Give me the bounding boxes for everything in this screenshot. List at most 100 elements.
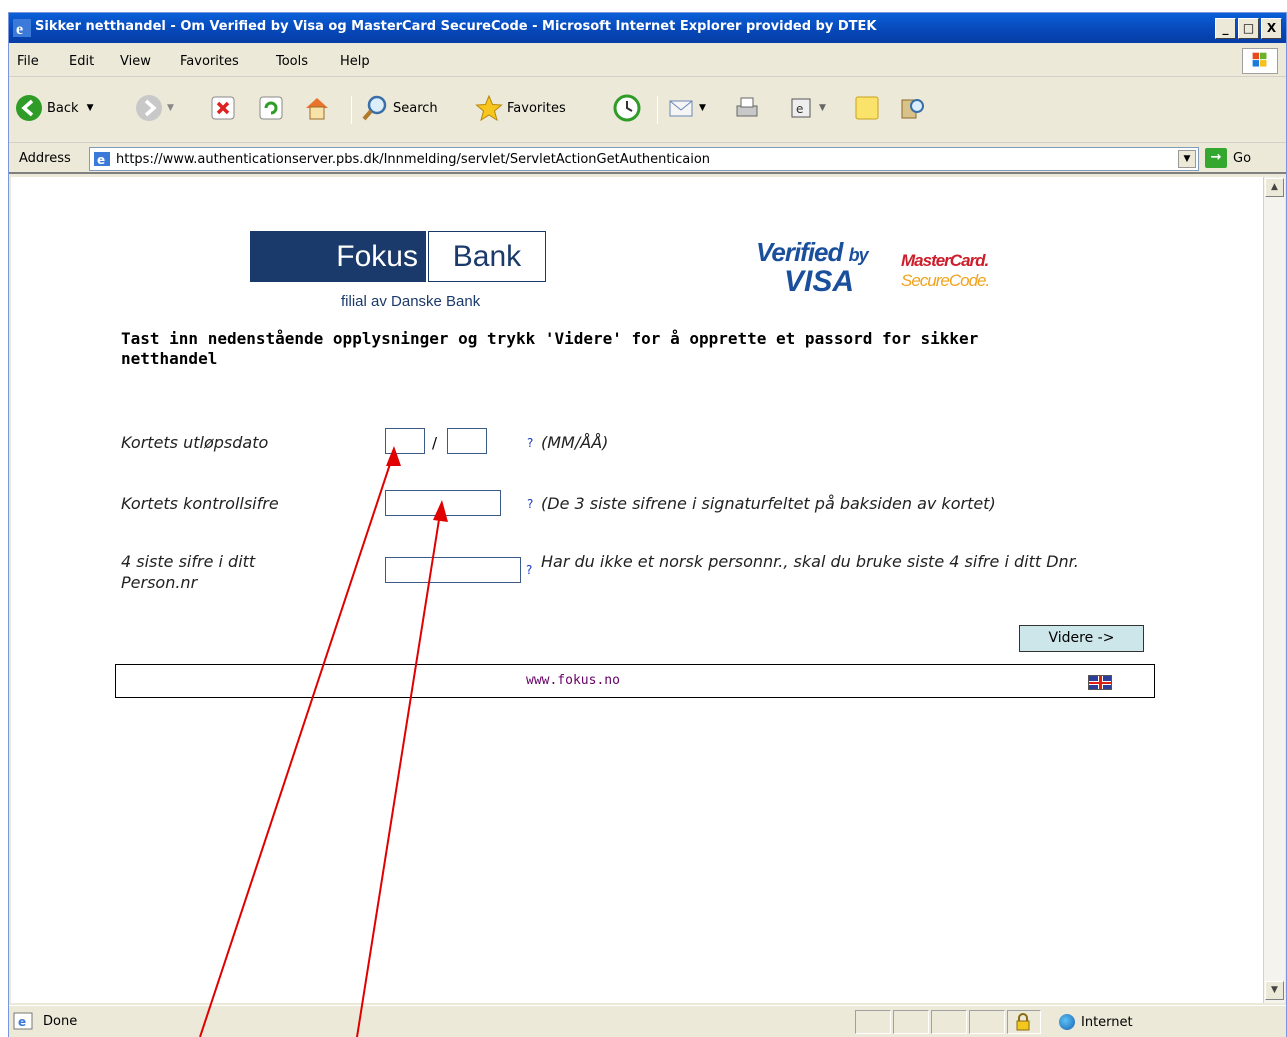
- back-button[interactable]: Back ▼: [15, 91, 93, 125]
- mail-dropdown-icon[interactable]: ▼: [699, 103, 706, 113]
- page-content: Fokus Bank filial av Danske Bank Verifie…: [11, 177, 1263, 1003]
- note-icon: [855, 96, 879, 120]
- go-arrow-icon: →: [1205, 148, 1227, 168]
- svg-text:e: e: [97, 153, 105, 167]
- personnr-help-link[interactable]: ?: [526, 563, 532, 577]
- history-button[interactable]: [613, 91, 645, 125]
- mastercard-securecode-logo: MasterCard. SecureCode.: [897, 245, 1007, 295]
- page-footer: www.fokus.no: [115, 664, 1155, 698]
- status-panel: [855, 1010, 891, 1034]
- cvc-label: Kortets kontrollsifre: [121, 494, 279, 513]
- visa-word-text: VISA: [784, 265, 855, 298]
- expiry-hint: (MM/ÅÅ): [541, 433, 609, 452]
- search-label: Search: [393, 100, 438, 116]
- history-icon: [613, 94, 641, 122]
- print-button[interactable]: [733, 91, 765, 125]
- expiry-slash: /: [432, 434, 438, 452]
- scroll-up-icon[interactable]: ▲: [1265, 178, 1284, 197]
- refresh-button[interactable]: [257, 91, 289, 125]
- menu-help[interactable]: Help: [340, 54, 370, 69]
- fokus-website-link[interactable]: www.fokus.no: [526, 673, 620, 688]
- address-url: https://www.authenticationserver.pbs.dk/…: [116, 152, 711, 167]
- status-panel: [969, 1010, 1005, 1034]
- securecode-text: SecureCode.: [901, 271, 990, 290]
- close-button[interactable]: X: [1261, 18, 1282, 39]
- personnr-input[interactable]: [385, 557, 521, 583]
- menu-bar: File Edit View Favorites Tools Help: [9, 44, 1286, 77]
- address-input[interactable]: e https://www.authenticationserver.pbs.d…: [89, 147, 1199, 171]
- page-done-icon: e: [13, 1012, 33, 1030]
- toolbar: Back ▼ ▼ Search Favorites ▼ e ▼: [9, 78, 1286, 143]
- forward-dropdown-icon[interactable]: ▼: [167, 103, 174, 113]
- address-bar: Address e https://www.authenticationserv…: [9, 144, 1286, 174]
- maximize-button[interactable]: □: [1238, 18, 1259, 39]
- lock-icon[interactable]: [1015, 1013, 1031, 1031]
- research-icon: [901, 99, 924, 119]
- title-bar: e Sikker netthandel - Om Verified by Vis…: [9, 13, 1286, 43]
- stop-icon: [211, 96, 235, 120]
- globe-icon: [1059, 1014, 1075, 1030]
- favorites-label: Favorites: [507, 100, 566, 116]
- stop-button[interactable]: [209, 91, 241, 125]
- address-dropdown-icon[interactable]: ▼: [1178, 150, 1196, 168]
- research-button[interactable]: [899, 91, 931, 125]
- scroll-down-icon[interactable]: ▼: [1265, 981, 1284, 1000]
- visa-by-text: by: [848, 245, 869, 265]
- favorites-button[interactable]: Favorites: [475, 91, 566, 125]
- personnr-hint: Har du ikke et norsk personnr., skal du …: [541, 552, 1079, 571]
- visa-verified-text: Verified: [756, 237, 843, 267]
- address-label: Address: [19, 151, 71, 166]
- logo-bank-text: Bank: [428, 231, 546, 282]
- printer-icon: [736, 97, 758, 117]
- status-text: Done: [43, 1014, 78, 1029]
- ie-icon: e: [13, 19, 31, 37]
- go-label: Go: [1233, 150, 1252, 166]
- menu-tools[interactable]: Tools: [276, 54, 308, 69]
- expiry-year-input[interactable]: [447, 428, 487, 454]
- search-button[interactable]: Search: [361, 91, 438, 125]
- windows-logo-icon: [1242, 48, 1278, 74]
- mail-button[interactable]: ▼: [667, 91, 706, 125]
- home-icon: [306, 98, 328, 120]
- window-title: Sikker netthandel - Om Verified by Visa …: [35, 19, 877, 34]
- security-zone: Internet: [1059, 1014, 1133, 1030]
- uk-flag-icon[interactable]: [1088, 675, 1112, 690]
- toolbar-separator: [351, 96, 352, 124]
- fokus-bank-logo: Fokus Bank: [250, 231, 546, 282]
- browser-window: e Sikker netthandel - Om Verified by Vis…: [8, 12, 1287, 1037]
- edit-page-icon: e: [791, 98, 811, 118]
- back-arrow-icon: [16, 95, 42, 121]
- cvc-help-link[interactable]: ?: [527, 497, 533, 511]
- menu-file[interactable]: File: [17, 54, 39, 69]
- back-dropdown-icon[interactable]: ▼: [87, 103, 94, 113]
- menu-edit[interactable]: Edit: [69, 54, 94, 69]
- svg-text:e: e: [796, 102, 803, 116]
- edit-button[interactable]: e ▼: [787, 91, 826, 125]
- cvc-input[interactable]: [385, 490, 501, 516]
- logo-fokus-text: Fokus: [250, 231, 426, 282]
- personnr-label: 4 siste sifre i ditt Person.nr: [121, 552, 256, 592]
- status-bar: e Done Internet: [9, 1005, 1286, 1037]
- home-button[interactable]: [303, 91, 335, 125]
- zone-label: Internet: [1081, 1014, 1133, 1030]
- edit-dropdown-icon[interactable]: ▼: [819, 103, 826, 113]
- forward-button[interactable]: ▼: [135, 91, 174, 125]
- instruction-text: Tast inn nedenstående opplysninger og tr…: [121, 329, 979, 368]
- discuss-button[interactable]: [853, 91, 885, 125]
- page-icon: e: [94, 152, 110, 167]
- svg-text:e: e: [16, 21, 23, 37]
- mastercard-text: MasterCard.: [901, 251, 989, 270]
- expiry-help-link[interactable]: ?: [527, 436, 533, 450]
- minimize-button[interactable]: _: [1215, 18, 1236, 39]
- menu-view[interactable]: View: [120, 54, 151, 69]
- expiry-month-input[interactable]: [385, 428, 425, 454]
- logo-subtitle: filial av Danske Bank: [341, 293, 481, 310]
- status-panel: [893, 1010, 929, 1034]
- go-button[interactable]: → Go: [1205, 148, 1251, 168]
- refresh-icon: [259, 96, 283, 120]
- videre-button[interactable]: Videre ->: [1019, 625, 1144, 652]
- status-panel: [931, 1010, 967, 1034]
- expiry-label: Kortets utløpsdato: [121, 433, 269, 452]
- menu-favorites[interactable]: Favorites: [180, 54, 239, 69]
- vertical-scrollbar[interactable]: ▲ ▼: [1263, 177, 1285, 1003]
